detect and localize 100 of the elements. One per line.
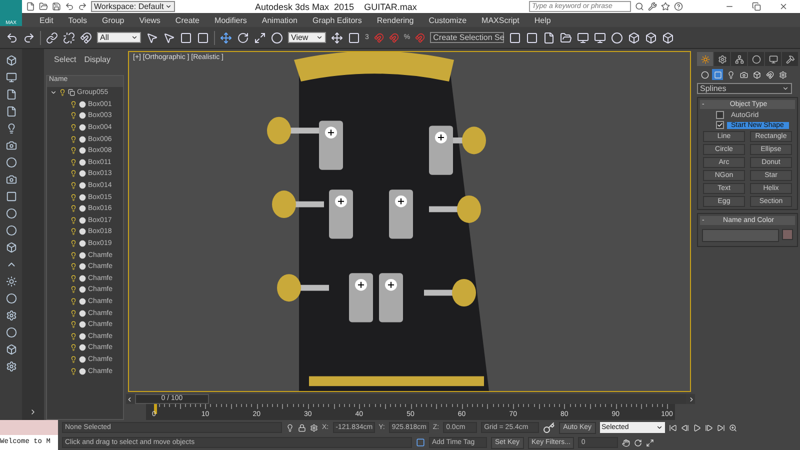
listener-field[interactable] (0, 420, 58, 435)
bulb-icon (70, 205, 77, 212)
circle-icon[interactable] (6, 157, 16, 168)
circle-icon[interactable] (6, 293, 16, 304)
menu-item[interactable]: Customize (421, 16, 474, 24)
monitor-icon (768, 54, 778, 64)
box-icon[interactable] (6, 344, 16, 355)
next-frame-icon (704, 424, 713, 432)
menu-item[interactable]: Help (526, 16, 558, 24)
menu-item[interactable]: MAXScript (474, 16, 527, 24)
hammer-icon (786, 54, 794, 64)
caret-icon (782, 85, 789, 92)
panel-tab[interactable] (714, 52, 730, 66)
wrench-icon (648, 2, 657, 11)
explorer-tab[interactable]: Display (84, 55, 110, 71)
bulb-icon (70, 240, 77, 248)
previous-frame-icon (680, 424, 689, 432)
star-icon (661, 2, 670, 11)
gear-icon (310, 424, 318, 432)
window-icon[interactable] (6, 72, 16, 83)
caret-icon (656, 424, 663, 431)
name-field[interactable] (702, 229, 779, 242)
checkbox[interactable] (716, 121, 724, 129)
checkbox[interactable] (716, 111, 724, 119)
gear-icon[interactable] (6, 361, 16, 372)
category-button[interactable] (738, 69, 749, 80)
bulb-icon (70, 170, 77, 178)
key-icon (543, 422, 556, 434)
menu-item[interactable]: Rendering (369, 16, 422, 24)
select-icon (146, 32, 158, 44)
maximize-icon (646, 438, 654, 446)
bulb-icon (70, 228, 77, 236)
sun-icon[interactable] (6, 276, 16, 287)
light-icon[interactable] (6, 123, 16, 134)
lock-icon (298, 424, 306, 432)
rectangle-icon[interactable] (6, 191, 16, 202)
explorer-tab[interactable]: Select (54, 55, 76, 71)
menu-item[interactable]: Group (94, 16, 132, 24)
redo-icon (78, 2, 87, 11)
panel-tab[interactable] (731, 52, 747, 66)
menu-item[interactable]: Edit (32, 16, 61, 24)
rotate-icon (237, 32, 249, 44)
sun-icon (700, 54, 710, 64)
panel-tab[interactable] (748, 52, 764, 66)
angle-snap-icon (388, 32, 399, 42)
window-crossing-icon (197, 32, 209, 44)
bulb-icon (70, 332, 77, 340)
hierarchy-icon (734, 54, 744, 64)
magnet-icon (415, 32, 426, 42)
bulb-icon (70, 136, 77, 143)
category-button[interactable] (751, 69, 762, 80)
play-icon (692, 424, 701, 432)
camera-icon (740, 70, 748, 78)
menu-item[interactable]: Animation (254, 16, 305, 24)
workspace-dropdown[interactable]: Workspace: Default (91, 1, 175, 12)
window-title: Autodesk 3ds Max 2015 GUITAR.max (255, 2, 418, 12)
gear-icon (778, 70, 786, 78)
category-button[interactable] (764, 69, 775, 80)
folder-icon (39, 2, 48, 11)
bulb-icon (70, 252, 77, 259)
color-swatch[interactable] (782, 229, 793, 240)
box-icon (752, 70, 760, 78)
bulb-icon (70, 263, 77, 270)
bulb-icon (70, 310, 77, 317)
circle-icon[interactable] (6, 225, 16, 236)
orbit-icon (634, 438, 642, 446)
menu-item[interactable]: Tools (60, 16, 94, 24)
panel-tab[interactable] (765, 52, 781, 66)
bulb-icon (70, 182, 77, 190)
expand-icon (29, 408, 37, 416)
undo-icon (65, 2, 74, 11)
page-icon[interactable] (6, 106, 16, 117)
reference-dropdown[interactable]: View (288, 32, 326, 43)
sphere-icon (700, 70, 708, 78)
sphere-icon[interactable] (6, 327, 16, 338)
selection-set-dropdown[interactable]: Create Selection Se (430, 32, 504, 43)
caret-icon[interactable] (50, 89, 57, 96)
panel-tab[interactable] (782, 52, 798, 66)
camera-icon[interactable] (6, 174, 16, 185)
restore-icon (752, 2, 761, 11)
go-to-start-icon (668, 424, 677, 432)
frame-marker[interactable] (154, 404, 157, 414)
menu-item[interactable]: Modifiers (206, 16, 254, 24)
selection-filter-dropdown[interactable]: All (97, 32, 141, 43)
sphere-icon (271, 32, 283, 44)
category-dropdown[interactable]: Splines (697, 83, 792, 94)
menu-item[interactable]: Create (168, 16, 207, 24)
camera-icon[interactable] (6, 140, 16, 151)
category-button[interactable] (777, 69, 788, 80)
bulb-icon (70, 368, 77, 375)
rectangle-select-icon (180, 32, 192, 44)
gear-icon (718, 54, 726, 64)
redo-icon (23, 32, 35, 44)
caret-icon (316, 34, 323, 41)
menu-item[interactable]: Graph Editors (304, 16, 370, 24)
bulb-icon (70, 194, 77, 201)
box-icon[interactable] (6, 242, 16, 253)
page-icon[interactable] (6, 89, 16, 100)
menu-item[interactable]: Views (132, 16, 168, 24)
category-button[interactable] (699, 69, 710, 80)
